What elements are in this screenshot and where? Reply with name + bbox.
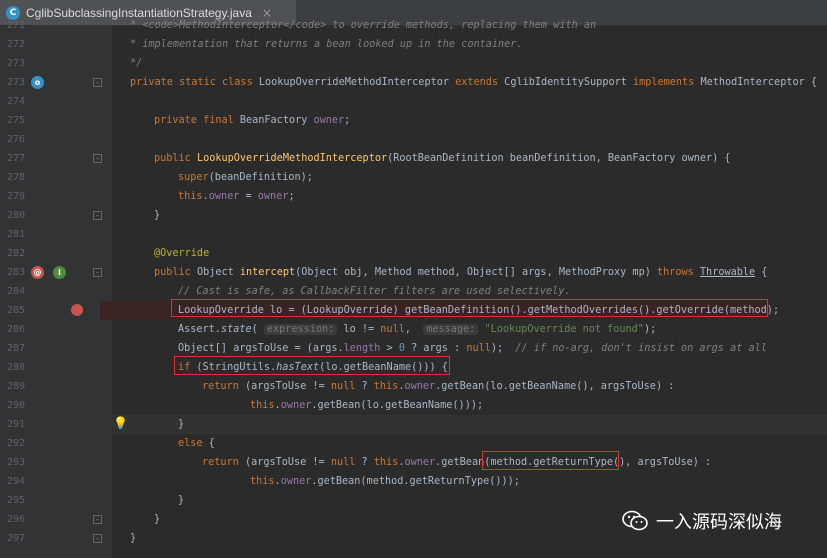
line-number[interactable]: 273 bbox=[0, 73, 25, 92]
line-number[interactable]: 284 bbox=[0, 282, 25, 301]
line-number[interactable]: 291 bbox=[0, 415, 25, 434]
highlight-box-getreturntype bbox=[482, 451, 619, 470]
line-number[interactable]: 285 bbox=[0, 301, 25, 320]
code-line[interactable] bbox=[0, 130, 827, 149]
line-number[interactable]: 289 bbox=[0, 377, 25, 396]
code-text: public LookupOverrideMethodInterceptor(R… bbox=[154, 153, 731, 164]
line-number[interactable]: 277 bbox=[0, 149, 25, 168]
highlight-box-line-288 bbox=[174, 356, 450, 375]
code-line[interactable] bbox=[0, 244, 827, 263]
code-text: return (argsToUse != null ? this.owner.g… bbox=[202, 457, 712, 468]
line-number[interactable]: 293 bbox=[0, 453, 25, 472]
line-number[interactable]: 282 bbox=[0, 244, 25, 263]
code-text: } bbox=[178, 419, 185, 430]
line-number[interactable]: 272 bbox=[0, 35, 25, 54]
code-line[interactable] bbox=[112, 415, 827, 434]
watermark: 一入源码深似海 bbox=[622, 508, 782, 534]
code-text: @Override bbox=[154, 248, 210, 259]
code-text: } bbox=[178, 495, 185, 506]
class-implementation-icon[interactable]: o bbox=[31, 76, 44, 89]
code-text: this.owner.getBean(lo.getBeanName())); bbox=[250, 400, 484, 411]
watermark-text: 一入源码深似海 bbox=[656, 512, 782, 533]
line-number[interactable]: 296 bbox=[0, 510, 25, 529]
line-number[interactable]: 288 bbox=[0, 358, 25, 377]
line-number[interactable]: 279 bbox=[0, 187, 25, 206]
implements-method-icon[interactable]: I bbox=[53, 266, 66, 279]
fold-marker[interactable]: - bbox=[93, 268, 102, 277]
code-text: Assert.state( expression: lo != null, me… bbox=[178, 324, 657, 335]
line-number[interactable]: 292 bbox=[0, 434, 25, 453]
code-text: public Object intercept(Object obj, Meth… bbox=[154, 267, 768, 278]
line-number[interactable]: 290 bbox=[0, 396, 25, 415]
code-text: super(beanDefinition); bbox=[178, 172, 313, 183]
code-line[interactable] bbox=[0, 54, 827, 73]
line-number[interactable]: 274 bbox=[0, 92, 25, 111]
code-line[interactable] bbox=[0, 187, 827, 206]
code-text: } bbox=[154, 514, 161, 525]
wechat-icon bbox=[622, 510, 648, 532]
line-number[interactable]: 295 bbox=[0, 491, 25, 510]
code-text: this.owner.getBean(method.getReturnType(… bbox=[250, 476, 520, 487]
code-text: this.owner = owner; bbox=[178, 191, 295, 202]
code-text: * <code>MethodInterceptor</code> to over… bbox=[130, 20, 597, 31]
code-text: */ bbox=[130, 58, 143, 69]
line-number[interactable]: 273 bbox=[0, 54, 25, 73]
line-number[interactable]: 287 bbox=[0, 339, 25, 358]
override-annotation-icon[interactable]: @ bbox=[31, 266, 44, 279]
breakpoint-icon[interactable] bbox=[71, 304, 83, 316]
code-line[interactable] bbox=[0, 206, 827, 225]
line-number[interactable]: 294 bbox=[0, 472, 25, 491]
intention-bulb-icon[interactable]: 💡 bbox=[113, 416, 128, 430]
line-number[interactable]: 281 bbox=[0, 225, 25, 244]
code-text: * implementation that returns a bean loo… bbox=[130, 39, 523, 50]
line-number[interactable]: 275 bbox=[0, 111, 25, 130]
line-number[interactable]: 283 bbox=[0, 263, 25, 282]
code-text: return (argsToUse != null ? this.owner.g… bbox=[202, 381, 675, 392]
fold-marker[interactable]: - bbox=[93, 78, 102, 87]
code-text: } bbox=[130, 533, 137, 544]
highlight-box-line-285 bbox=[171, 299, 768, 317]
line-number[interactable]: 278 bbox=[0, 168, 25, 187]
line-number[interactable]: 271 bbox=[0, 16, 25, 35]
code-text: else { bbox=[178, 438, 215, 449]
fold-marker[interactable]: - bbox=[93, 211, 102, 220]
fold-marker[interactable]: - bbox=[93, 515, 102, 524]
code-text: private static class LookupOverrideMetho… bbox=[130, 77, 817, 88]
code-text: } bbox=[154, 210, 161, 221]
code-text: private final BeanFactory owner; bbox=[154, 115, 351, 126]
fold-marker[interactable]: - bbox=[93, 154, 102, 163]
line-number[interactable]: 280 bbox=[0, 206, 25, 225]
line-number[interactable]: 297 bbox=[0, 529, 25, 548]
code-line[interactable] bbox=[0, 92, 827, 111]
line-number[interactable]: 286 bbox=[0, 320, 25, 339]
code-line[interactable] bbox=[0, 111, 827, 130]
code-line[interactable] bbox=[0, 434, 827, 453]
line-number[interactable]: 276 bbox=[0, 130, 25, 149]
code-line[interactable] bbox=[0, 168, 827, 187]
code-line[interactable] bbox=[0, 225, 827, 244]
fold-marker[interactable]: - bbox=[93, 534, 102, 543]
